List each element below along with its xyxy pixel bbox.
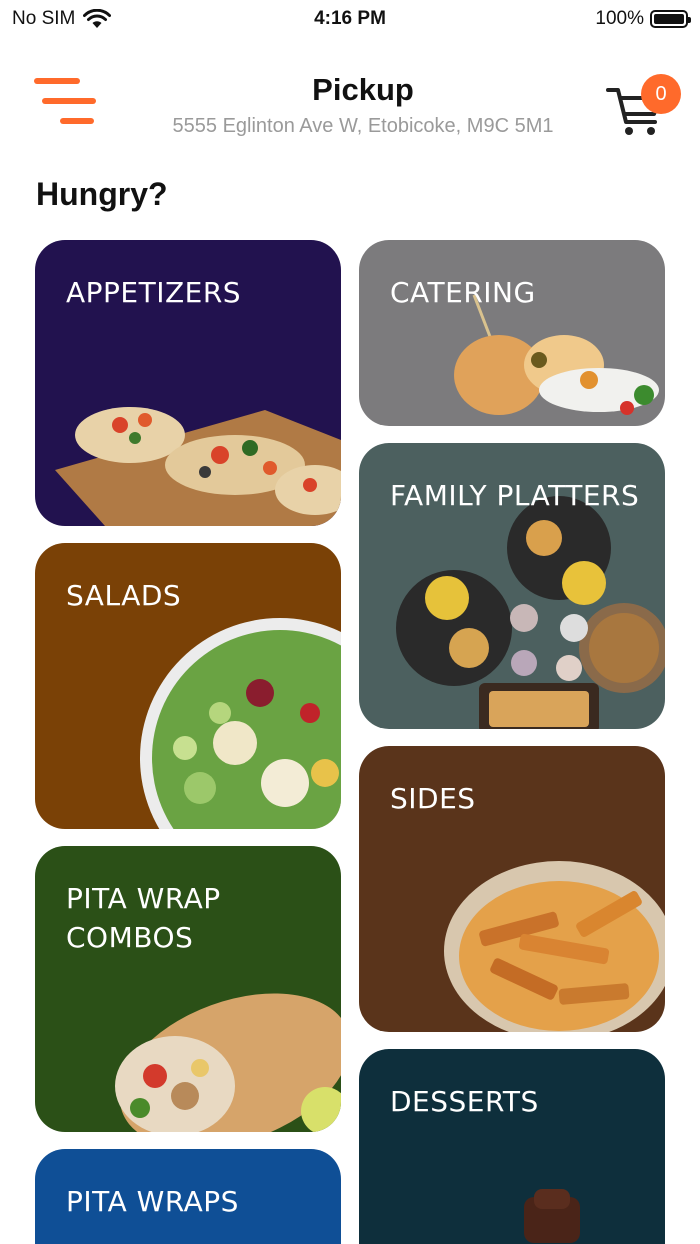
battery-icon (650, 10, 691, 28)
battery-percent: 100% (595, 8, 644, 29)
category-tile-salads[interactable]: SALADS (35, 543, 341, 829)
category-label: CATERING (390, 276, 536, 309)
category-tile-sides[interactable]: SIDES (359, 746, 665, 1032)
category-label: SALADS (66, 579, 182, 612)
header: Pickup 5555 Eglinton Ave W, Etobicoke, M… (0, 60, 700, 150)
category-tile-appetizers[interactable]: APPETIZERS (35, 240, 341, 526)
category-label: APPETIZERS (66, 276, 242, 309)
pickup-address[interactable]: 5555 Eglinton Ave W, Etobicoke, M9C 5M1 (0, 115, 700, 138)
category-tile-family-platters[interactable]: FAMILY PLATTERS (359, 443, 665, 729)
category-label: PITA WRAP COMBOS (66, 882, 221, 954)
category-label: FAMILY PLATTERS (390, 479, 640, 512)
page-title: Pickup (312, 72, 414, 107)
category-tile-pita-wrap-combos[interactable]: PITA WRAP COMBOS (35, 846, 341, 1132)
sandwich-image (454, 294, 659, 415)
category-label: DESSERTS (390, 1085, 539, 1118)
section-title: Hungry? (36, 176, 168, 212)
dessert-image (524, 1189, 580, 1243)
category-label: SIDES (390, 782, 476, 815)
status-right: 100% (595, 8, 691, 30)
category-tile-pita-wraps[interactable]: PITA WRAPS (35, 1149, 341, 1244)
category-tile-catering[interactable]: CATERING (359, 240, 665, 426)
cart-button[interactable]: 0 (605, 74, 685, 138)
cart-count-badge: 0 (641, 74, 681, 114)
category-label: PITA WRAPS (66, 1185, 239, 1218)
category-tile-desserts[interactable]: DESSERTS (359, 1049, 665, 1244)
status-bar: No SIM 4:16 PM 100% (0, 0, 700, 36)
